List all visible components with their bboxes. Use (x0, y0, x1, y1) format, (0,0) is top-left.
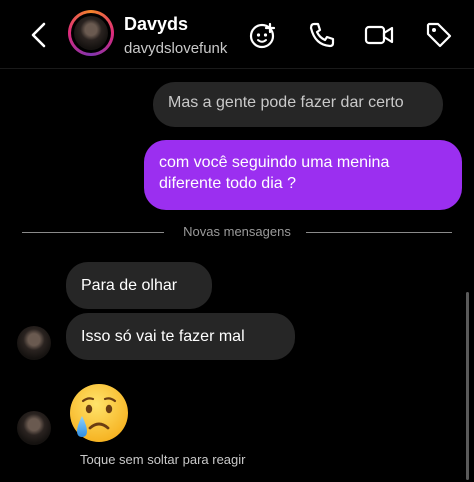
back-button[interactable] (26, 20, 52, 50)
message-bubble-received[interactable]: Isso só vai te fazer mal (66, 313, 295, 360)
new-messages-divider: Novas mensagens (22, 224, 452, 239)
audio-call-button[interactable] (307, 20, 337, 50)
video-camera-icon (364, 25, 394, 45)
message-bubble-received[interactable]: Mas a gente pode fazer dar certo (153, 82, 443, 127)
phone-icon (309, 22, 335, 48)
video-call-button[interactable] (364, 20, 394, 50)
divider-label: Novas mensagens (183, 224, 291, 239)
message-bubble-sent[interactable]: com você seguindo uma menina diferente t… (144, 140, 462, 210)
contact-username[interactable]: davydslovefunk (124, 40, 227, 57)
tag-icon (426, 22, 452, 48)
avatar (74, 16, 108, 50)
back-arrow-icon (31, 22, 46, 48)
contact-name[interactable]: Davyds (124, 14, 188, 35)
sticker-button[interactable] (248, 20, 278, 50)
sender-avatar[interactable] (17, 411, 51, 445)
tag-button[interactable] (424, 20, 454, 50)
scrollbar[interactable] (466, 292, 469, 480)
crying-emoji[interactable] (68, 382, 130, 444)
message-bubble-received[interactable]: Para de olhar (66, 262, 212, 309)
react-hint: Toque sem soltar para reagir (80, 452, 246, 467)
profile-avatar[interactable] (68, 10, 114, 56)
sender-avatar[interactable] (17, 326, 51, 360)
sticker-icon (249, 22, 276, 49)
chat-header: Davyds davydslovefunk (0, 0, 474, 69)
